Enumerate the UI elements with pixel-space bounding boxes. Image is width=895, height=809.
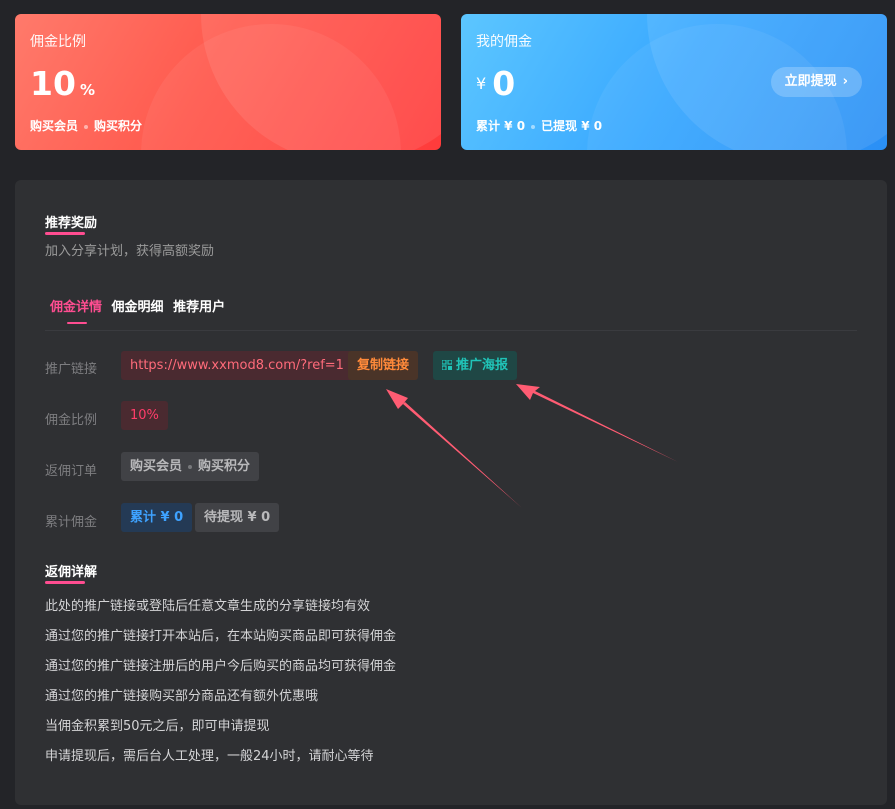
my-commission-label: 我的佣金 (476, 34, 532, 50)
list-item: 此处的推广链接或登陆后任意文章生成的分享链接均有效 (45, 599, 371, 614)
list-item: 当佣金积累到50元之后，即可申请提现 (45, 719, 270, 734)
commission-ratio-value: 10% (30, 64, 95, 103)
list-item: 通过您的推广链接购买部分商品还有额外优惠哦 (45, 689, 319, 704)
list-item: 通过您的推广链接打开本站后，在本站购买商品即可获得佣金 (45, 629, 397, 644)
my-commission-value: ¥0 (476, 64, 516, 103)
tab-divider (45, 330, 857, 331)
tab-commission-records[interactable]: 佣金明细 (112, 300, 164, 315)
chevron-right-icon: › (842, 74, 848, 89)
referral-link-value: https://www.xxmod8.com/?ref=1 (121, 351, 353, 380)
referral-description: 加入分享计划，获得高额奖励 (45, 244, 215, 259)
withdraw-button[interactable]: 立即提现 › (770, 67, 862, 97)
qrcode-icon (442, 360, 452, 370)
commission-ratio-label: 佣金比例 (30, 34, 86, 50)
orders-tags: 购买会员 购买积分 (121, 452, 260, 481)
my-commission-summary: 累计 ¥ 0 已提现 ¥ 0 (476, 119, 603, 133)
percent-unit: % (79, 81, 95, 99)
currency-symbol: ¥ (476, 74, 487, 93)
referral-panel: 推荐奖励 加入分享计划，获得高额奖励 佣金详情 佣金明细 推荐用户 推广链接 h… (15, 180, 887, 805)
details-list: 此处的推广链接或登陆后任意文章生成的分享链接均有效 通过您的推广链接打开本站后，… (45, 598, 396, 778)
ratio-label: 佣金比例 (45, 413, 98, 428)
commission-ratio-card: 佣金比例 10% 购买会员 购买积分 (15, 14, 441, 150)
link-label: 推广链接 (45, 362, 98, 377)
title-underline (45, 232, 85, 235)
commission-types: 购买会员 购买积分 (30, 119, 143, 133)
details-title: 返佣详解 (45, 561, 97, 584)
tab-bar: 佣金详情 佣金明细 推荐用户 (50, 296, 230, 315)
pending-withdraw-value: 待提现 ¥ 0 (195, 503, 280, 532)
list-item: 申请提现后，需后台人工处理，一般24小时，请耐心等待 (45, 749, 374, 764)
total-commission-value: 累计 ¥ 0 (121, 503, 193, 532)
ratio-value: 10% (121, 401, 168, 430)
copy-link-button[interactable]: 复制链接 (348, 351, 419, 380)
total-commission-label: 累计佣金 (45, 515, 98, 530)
tab-commission-details[interactable]: 佣金详情 (50, 300, 102, 315)
poster-button[interactable]: 推广海报 (433, 351, 518, 380)
referral-title: 推荐奖励 (45, 212, 97, 235)
orders-label: 返佣订单 (45, 464, 98, 479)
my-commission-card: 我的佣金 ¥0 累计 ¥ 0 已提现 ¥ 0 立即提现 › (461, 14, 887, 150)
tab-referred-users[interactable]: 推荐用户 (173, 300, 225, 315)
details-title-underline (45, 581, 85, 584)
list-item: 通过您的推广链接注册后的用户今后购买的商品均可获得佣金 (45, 659, 397, 674)
page: 佣金比例 10% 购买会员 购买积分 我的佣金 ¥0 累计 ¥ 0 已提现 ¥ 0 … (0, 0, 895, 809)
